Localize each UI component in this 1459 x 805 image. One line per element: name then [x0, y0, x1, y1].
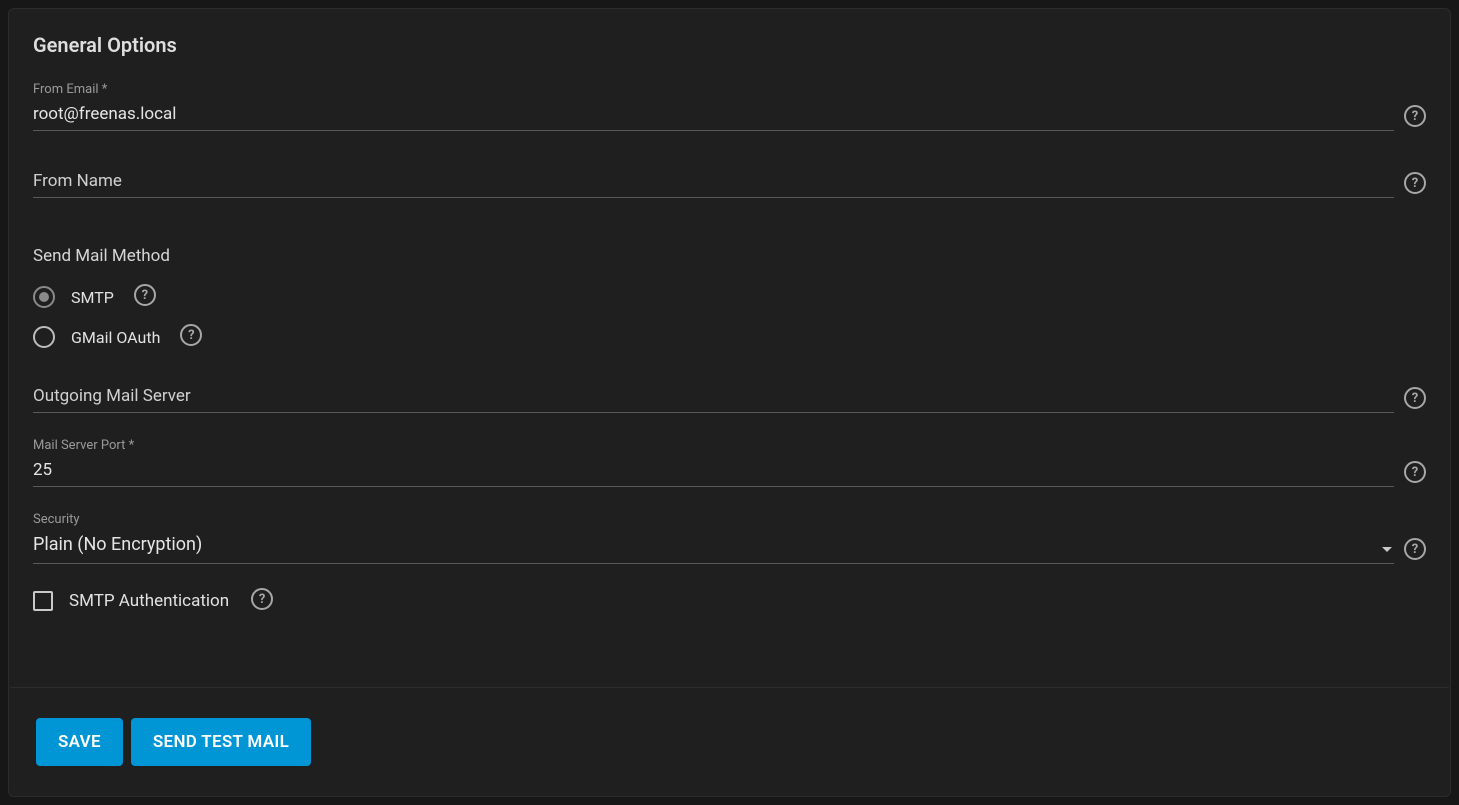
from-name-row: ?	[33, 169, 1426, 198]
from-email-input[interactable]	[33, 102, 1394, 131]
chevron-down-icon	[1382, 547, 1392, 552]
help-icon[interactable]: ?	[1404, 172, 1426, 194]
section-title: General Options	[33, 33, 1426, 57]
outgoing-server-row: ?	[33, 384, 1426, 413]
from-email-row: From Email * ?	[33, 83, 1426, 131]
form-content: General Options From Email * ? ? Send Ma…	[9, 9, 1450, 686]
radio-gmail-label: GMail OAuth	[71, 328, 160, 347]
from-email-label: From Email *	[33, 83, 1394, 96]
security-label: Security	[33, 513, 1394, 526]
mail-port-input[interactable]	[33, 458, 1394, 487]
from-name-input[interactable]	[33, 169, 1394, 198]
smtp-auth-checkbox[interactable]	[33, 591, 53, 611]
security-select[interactable]: Security Plain (No Encryption)	[33, 513, 1394, 564]
from-name-field	[33, 169, 1394, 198]
help-icon[interactable]: ?	[1404, 105, 1426, 127]
smtp-auth-row: SMTP Authentication ?	[33, 588, 1426, 614]
help-icon[interactable]: ?	[134, 284, 156, 306]
smtp-auth-label: SMTP Authentication	[69, 591, 229, 611]
send-mail-method-group: SMTP ? GMail OAuth ?	[33, 284, 1426, 350]
radio-smtp-label: SMTP	[71, 288, 114, 307]
security-row: Security Plain (No Encryption) ?	[33, 513, 1426, 564]
mail-port-label: Mail Server Port *	[33, 439, 1394, 452]
help-icon[interactable]: ?	[1404, 461, 1426, 483]
send-mail-method-label: Send Mail Method	[33, 246, 1426, 266]
help-icon[interactable]: ?	[1404, 387, 1426, 409]
mail-port-field: Mail Server Port *	[33, 439, 1394, 487]
send-test-mail-button[interactable]: SEND TEST MAIL	[131, 718, 311, 766]
mail-port-row: Mail Server Port * ?	[33, 439, 1426, 487]
radio-gmail[interactable]	[33, 326, 55, 348]
outgoing-server-field	[33, 384, 1394, 413]
radio-gmail-row: GMail OAuth ?	[33, 324, 1426, 350]
radio-smtp[interactable]	[33, 286, 55, 308]
help-icon[interactable]: ?	[251, 588, 273, 610]
save-button[interactable]: SAVE	[36, 718, 123, 766]
email-settings-panel: General Options From Email * ? ? Send Ma…	[8, 8, 1451, 797]
radio-smtp-row: SMTP ?	[33, 284, 1426, 310]
action-footer: SAVE SEND TEST MAIL	[10, 687, 1449, 795]
security-value: Plain (No Encryption)	[33, 532, 1394, 564]
help-icon[interactable]: ?	[1404, 538, 1426, 560]
outgoing-server-input[interactable]	[33, 384, 1394, 413]
help-icon[interactable]: ?	[180, 324, 202, 346]
from-email-field: From Email *	[33, 83, 1394, 131]
